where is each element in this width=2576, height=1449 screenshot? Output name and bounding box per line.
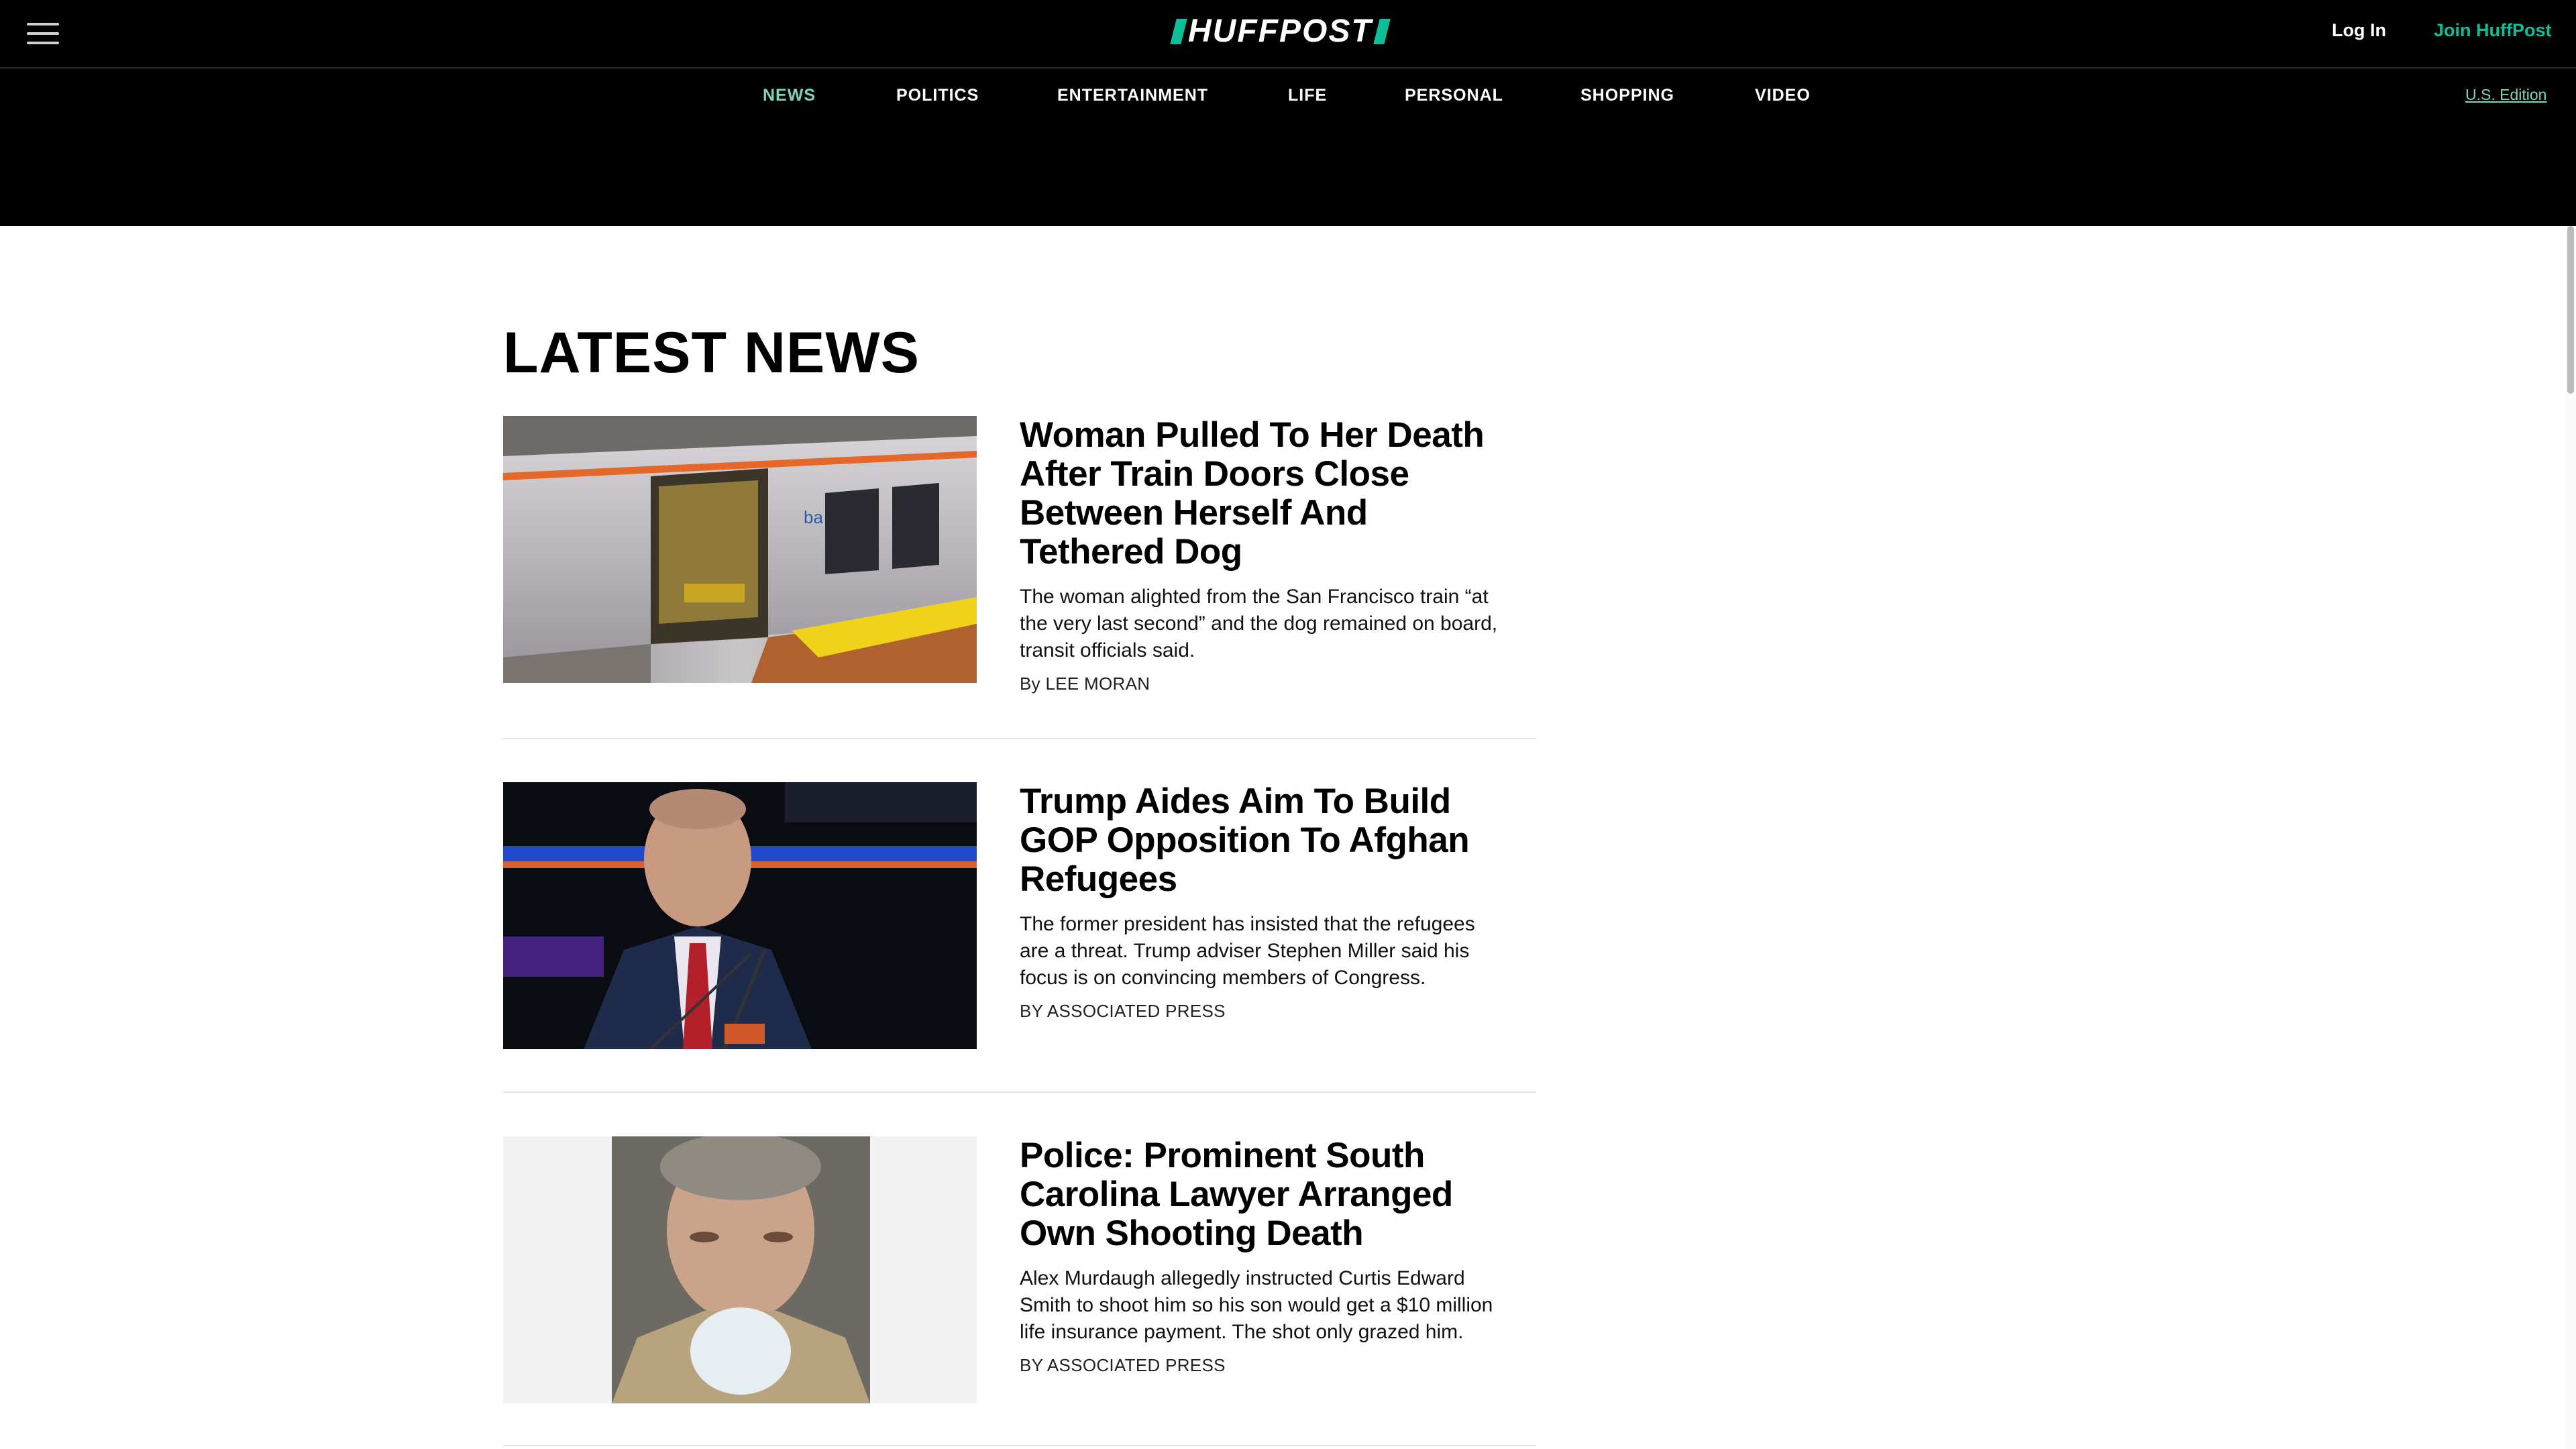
nav-item-life[interactable]: LIFE <box>1288 86 1327 105</box>
article-summary: The woman alighted from the San Francisc… <box>1020 586 1498 661</box>
article-byline[interactable]: BY ASSOCIATED PRESS <box>1020 1355 1516 1376</box>
article-summary: Alex Murdaugh allegedly instructed Curti… <box>1020 1267 1493 1343</box>
logo-slash-right <box>1373 19 1391 44</box>
join-link[interactable]: Join HuffPost <box>2434 20 2552 41</box>
article-image-mugshot[interactable] <box>503 1136 977 1403</box>
article-image-train[interactable]: ba <box>503 416 977 683</box>
article-summary: The former president has insisted that t… <box>1020 913 1475 989</box>
article-headline[interactable]: Woman Pulled To Her Death After Train Do… <box>1020 416 1516 572</box>
section-nav: NEWS POLITICS ENTERTAINMENT LIFE PERSONA… <box>0 86 2576 106</box>
page-scrollbar[interactable] <box>2565 226 2576 1449</box>
article-card: ba Woman Pulled To Her Death After Train… <box>503 416 1536 698</box>
logo-text: HUFFPOST <box>1188 13 1373 49</box>
article-headline[interactable]: Trump Aides Aim To Build GOP Opposition … <box>1020 782 1516 899</box>
svg-text:ba: ba <box>804 507 823 527</box>
login-link[interactable]: Log In <box>2332 20 2386 41</box>
article-divider <box>503 738 1536 739</box>
nav-item-video[interactable]: VIDEO <box>1755 86 1811 105</box>
article-image-speaker[interactable] <box>503 782 977 1049</box>
nav-item-entertainment[interactable]: ENTERTAINMENT <box>1057 86 1208 105</box>
article-byline[interactable]: By LEE MORAN <box>1020 674 1516 694</box>
article-divider <box>503 1091 1536 1093</box>
scrollbar-thumb[interactable] <box>2567 226 2574 394</box>
nav-item-news[interactable]: NEWS <box>763 86 816 105</box>
section-title: LATEST NEWS <box>503 321 920 385</box>
top-bar: HUFFPOST Log In Join HuffPost NEWS POLIT… <box>0 0 2576 226</box>
header-divider <box>0 67 2576 68</box>
logo-slash-left <box>1170 19 1187 44</box>
hamburger-menu-icon[interactable] <box>27 21 59 46</box>
article-card: Trump Aides Aim To Build GOP Opposition … <box>503 782 1536 1057</box>
edition-selector[interactable]: U.S. Edition <box>2465 86 2546 104</box>
article-headline[interactable]: Police: Prominent South Carolina Lawyer … <box>1020 1136 1516 1253</box>
article-divider <box>503 1445 1536 1446</box>
article-text: Woman Pulled To Her Death After Train Do… <box>1020 416 1516 694</box>
article-card: Police: Prominent South Carolina Lawyer … <box>503 1136 1536 1418</box>
article-text: Trump Aides Aim To Build GOP Opposition … <box>1020 782 1516 1022</box>
nav-item-personal[interactable]: PERSONAL <box>1405 86 1503 105</box>
nav-item-shopping[interactable]: SHOPPING <box>1580 86 1674 105</box>
nav-item-politics[interactable]: POLITICS <box>896 86 979 105</box>
huffpost-logo[interactable]: HUFFPOST <box>1170 13 1391 49</box>
article-text: Police: Prominent South Carolina Lawyer … <box>1020 1136 1516 1376</box>
article-byline[interactable]: BY ASSOCIATED PRESS <box>1020 1001 1516 1022</box>
